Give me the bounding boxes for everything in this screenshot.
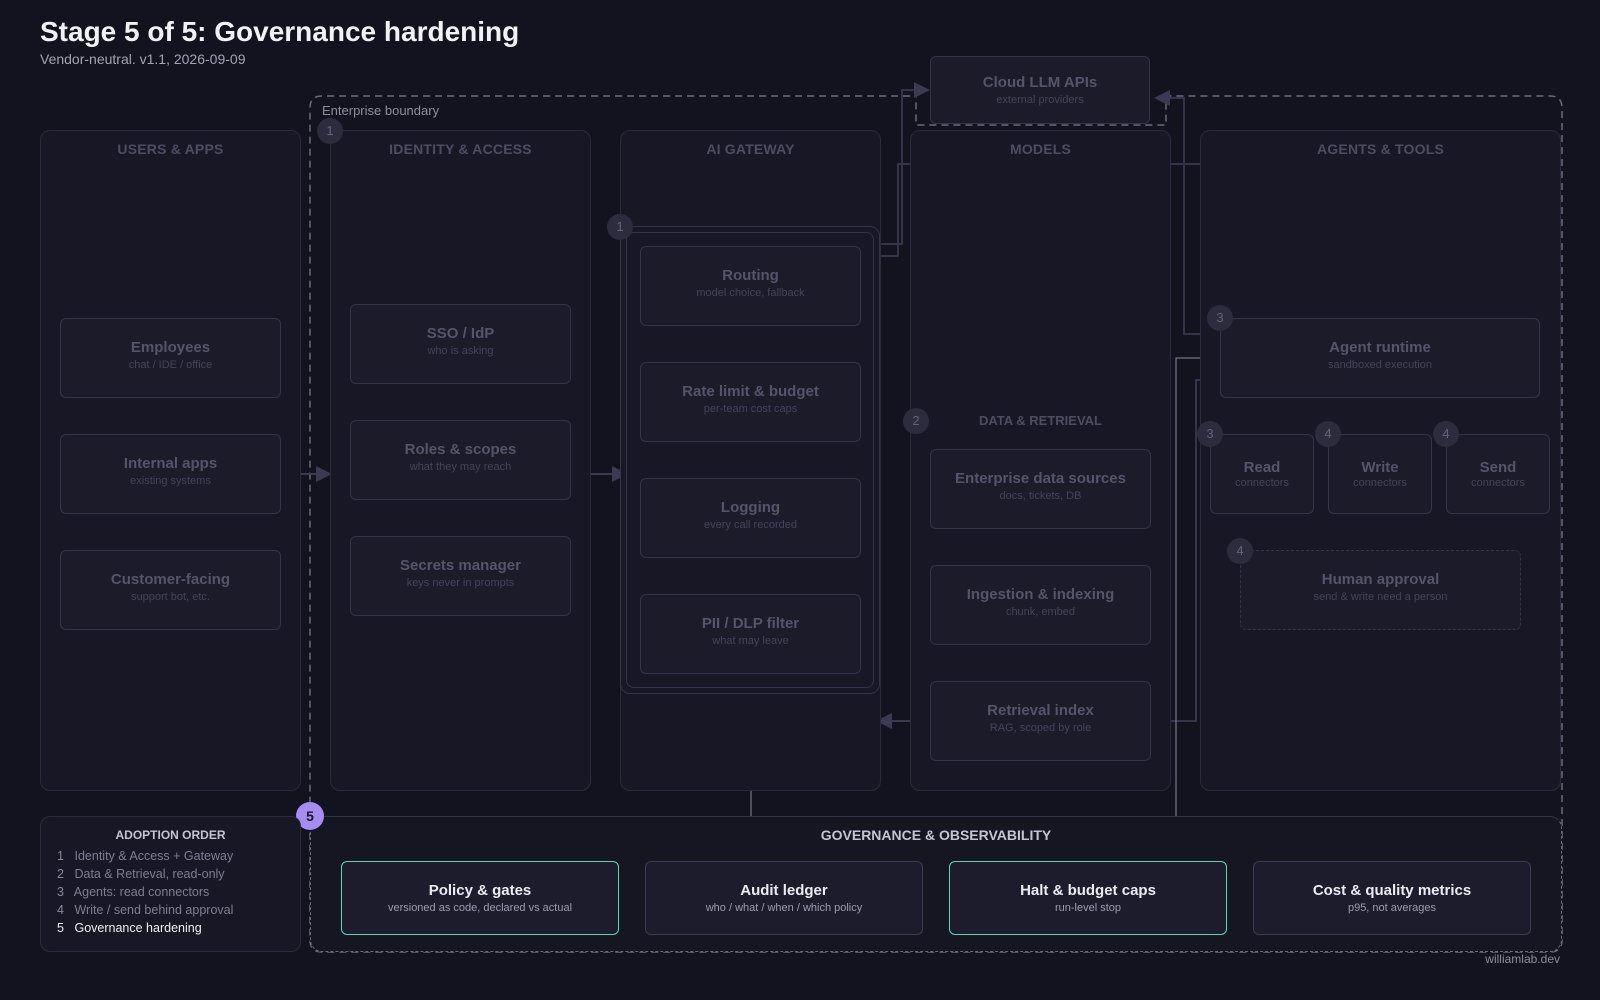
box-send-connectors-sub: connectors bbox=[1471, 477, 1525, 489]
box-customer-facing[interactable]: Customer-facing support bot, etc. bbox=[60, 550, 281, 630]
box-policy-gates-title: Policy & gates bbox=[428, 882, 532, 899]
adoption-step-5: 5 Governance hardening bbox=[57, 921, 202, 935]
box-retrieval-index-sub: RAG, scoped by role bbox=[989, 722, 1092, 734]
box-enterprise-data-sources-title: Enterprise data sources bbox=[955, 470, 1126, 487]
badge-agent-runtime: 3 bbox=[1207, 305, 1233, 331]
cloud-llm-apis[interactable]: Cloud LLM APIs external providers bbox=[930, 56, 1150, 124]
box-read-connectors-sub: connectors bbox=[1235, 477, 1289, 489]
box-write-connectors-sub: connectors bbox=[1353, 477, 1407, 489]
box-customer-facing-sub: support bot, etc. bbox=[131, 591, 210, 603]
subheading-data-retrieval: DATA & RETRIEVAL bbox=[978, 413, 1102, 428]
box-ingestion-indexing[interactable]: Ingestion & indexing chunk, embed bbox=[930, 565, 1151, 645]
box-pii-dlp-filter[interactable]: PII / DLP filter what may leave bbox=[640, 594, 861, 674]
box-enterprise-data-sources-sub: docs, tickets, DB bbox=[999, 490, 1082, 502]
box-rate-limit-budget-sub: per-team cost caps bbox=[703, 403, 798, 415]
box-ingestion-indexing-sub: chunk, embed bbox=[1005, 606, 1076, 618]
box-human-approval[interactable]: Human approval send & write need a perso… bbox=[1240, 550, 1521, 630]
adoption-order-panel: ADOPTION ORDER 1 Identity & Access + Gat… bbox=[40, 816, 301, 952]
lane-agents-tools-title: AGENTS & TOOLS bbox=[1317, 141, 1444, 157]
box-roles-scopes[interactable]: Roles & scopes what they may reach bbox=[350, 420, 571, 500]
box-read-connectors[interactable]: Read connectors bbox=[1210, 434, 1314, 514]
box-secrets-manager-sub: keys never in prompts bbox=[406, 577, 515, 589]
box-write-connectors-title: Write bbox=[1361, 459, 1399, 476]
adoption-step-4: 4 Write / send behind approval bbox=[57, 903, 234, 917]
box-employees-sub: chat / IDE / office bbox=[128, 359, 213, 371]
box-retrieval-index[interactable]: Retrieval index RAG, scoped by role bbox=[930, 681, 1151, 761]
box-agent-runtime[interactable]: Agent runtime sandboxed execution bbox=[1220, 318, 1540, 398]
box-customer-facing-title: Customer-facing bbox=[110, 571, 231, 588]
governance-title: GOVERNANCE & OBSERVABILITY bbox=[820, 827, 1052, 843]
box-employees[interactable]: Employees chat / IDE / office bbox=[60, 318, 281, 398]
box-routing-sub: model choice, fallback bbox=[696, 287, 805, 299]
box-cost-quality-metrics[interactable]: Cost & quality metrics p95, not averages bbox=[1253, 861, 1531, 935]
cloud-llm-apis-title: Cloud LLM APIs bbox=[982, 74, 1098, 91]
lane-identity-access-title: IDENTITY & ACCESS bbox=[389, 141, 532, 157]
box-agent-runtime-title: Agent runtime bbox=[1329, 339, 1431, 356]
boundary-label: Enterprise boundary bbox=[322, 103, 440, 118]
box-employees-title: Employees bbox=[130, 339, 211, 356]
box-audit-ledger-sub: who / what / when / which policy bbox=[705, 902, 863, 914]
badge-gateway: 1 bbox=[607, 214, 633, 240]
badge-identity: 1 bbox=[317, 118, 343, 144]
box-send-connectors[interactable]: Send connectors bbox=[1446, 434, 1550, 514]
badge-read: 3 bbox=[1197, 421, 1223, 447]
box-read-connectors-title: Read bbox=[1243, 459, 1281, 476]
box-rate-limit-budget[interactable]: Rate limit & budget per-team cost caps bbox=[640, 362, 861, 442]
box-sso-idp-sub: who is asking bbox=[427, 345, 494, 357]
lane-ai-gateway-title: AI GATEWAY bbox=[706, 141, 795, 157]
page-title: Stage 5 of 5: Governance hardening bbox=[40, 16, 520, 47]
box-send-connectors-title: Send bbox=[1479, 459, 1517, 476]
box-human-approval-sub: send & write need a person bbox=[1313, 591, 1448, 603]
box-secrets-manager-title: Secrets manager bbox=[400, 557, 521, 574]
adoption-step-1: 1 Identity & Access + Gateway bbox=[57, 849, 234, 863]
box-internal-apps-sub: existing systems bbox=[130, 475, 211, 487]
lane-models-title: MODELS bbox=[1009, 141, 1072, 157]
box-roles-scopes-sub: what they may reach bbox=[409, 461, 512, 473]
box-sso-idp-title: SSO / IdP bbox=[426, 325, 495, 342]
box-retrieval-index-title: Retrieval index bbox=[987, 702, 1094, 719]
box-internal-apps[interactable]: Internal apps existing systems bbox=[60, 434, 281, 514]
badge-write: 4 bbox=[1315, 421, 1341, 447]
box-halt-budget-caps-sub: run-level stop bbox=[1054, 902, 1122, 914]
box-halt-budget-caps-title: Halt & budget caps bbox=[1020, 882, 1156, 899]
box-cost-quality-metrics-sub: p95, not averages bbox=[1347, 902, 1437, 914]
box-policy-gates-sub: versioned as code, declared vs actual bbox=[387, 902, 573, 914]
box-write-connectors[interactable]: Write connectors bbox=[1328, 434, 1432, 514]
box-policy-gates[interactable]: Policy & gates versioned as code, declar… bbox=[341, 861, 619, 935]
adoption-step-3: 3 Agents: read connectors bbox=[57, 885, 210, 899]
box-pii-dlp-filter-sub: what may leave bbox=[712, 635, 789, 647]
box-ingestion-indexing-title: Ingestion & indexing bbox=[966, 586, 1115, 603]
box-roles-scopes-title: Roles & scopes bbox=[404, 441, 517, 458]
box-logging-sub: every call recorded bbox=[704, 519, 797, 531]
box-logging[interactable]: Logging every call recorded bbox=[640, 478, 861, 558]
lane-users-apps-title: USERS & APPS bbox=[117, 141, 224, 157]
box-cost-quality-metrics-title: Cost & quality metrics bbox=[1312, 882, 1472, 899]
box-sso-idp[interactable]: SSO / IdP who is asking bbox=[350, 304, 571, 384]
page-subtitle: Vendor-neutral. v1.1, 2026-09-09 bbox=[40, 51, 246, 67]
box-pii-dlp-filter-title: PII / DLP filter bbox=[701, 615, 800, 632]
box-halt-budget-caps[interactable]: Halt & budget caps run-level stop bbox=[949, 861, 1227, 935]
box-routing-title: Routing bbox=[722, 267, 779, 284]
badge-human-approval: 4 bbox=[1227, 538, 1253, 564]
box-human-approval-title: Human approval bbox=[1321, 571, 1440, 588]
badge-send: 4 bbox=[1433, 421, 1459, 447]
box-audit-ledger[interactable]: Audit ledger who / what / when / which p… bbox=[645, 861, 923, 935]
box-logging-title: Logging bbox=[720, 499, 781, 516]
adoption-order-title: ADOPTION ORDER bbox=[115, 828, 226, 842]
footer-credit: williamlab.dev bbox=[1485, 952, 1560, 966]
box-secrets-manager[interactable]: Secrets manager keys never in prompts bbox=[350, 536, 571, 616]
badge-data-retrieval: 2 bbox=[903, 408, 929, 434]
cloud-llm-apis-sub: external providers bbox=[996, 94, 1084, 106]
box-audit-ledger-title: Audit ledger bbox=[740, 882, 828, 899]
box-agent-runtime-sub: sandboxed execution bbox=[1328, 359, 1432, 371]
box-enterprise-data-sources[interactable]: Enterprise data sources docs, tickets, D… bbox=[930, 449, 1151, 529]
box-routing[interactable]: Routing model choice, fallback bbox=[640, 246, 861, 326]
box-rate-limit-budget-title: Rate limit & budget bbox=[682, 383, 819, 400]
adoption-step-2: 2 Data & Retrieval, read-only bbox=[57, 867, 225, 881]
box-internal-apps-title: Internal apps bbox=[123, 455, 218, 472]
